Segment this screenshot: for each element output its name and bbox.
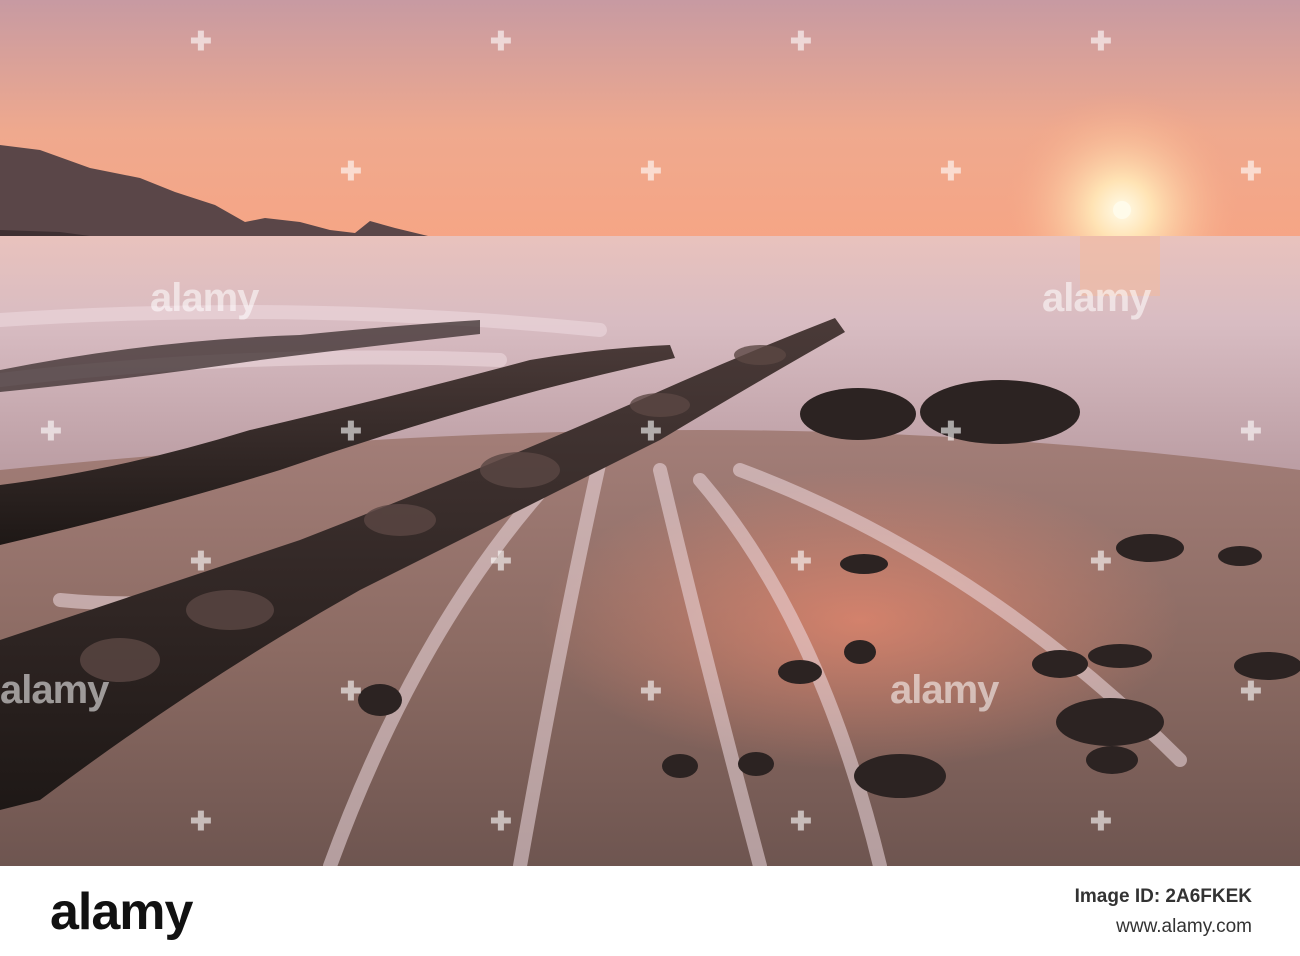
image-meta: Image ID: 2A6FKEK www.alamy.com <box>1075 886 1252 938</box>
watermark-cross-icon: ✚ <box>640 156 662 186</box>
watermark-cross-icon: ✚ <box>640 676 662 706</box>
watermark-cross-icon: ✚ <box>940 156 962 186</box>
watermark-cross-icon: ✚ <box>1240 156 1262 186</box>
watermark-cross-icon: ✚ <box>1090 26 1112 56</box>
watermark-cross-icon: ✚ <box>1240 676 1262 706</box>
watermark-cross-icon: ✚ <box>490 26 512 56</box>
watermark-cross-icon: ✚ <box>340 416 362 446</box>
watermark-text: alamy <box>890 668 999 712</box>
watermark-cross-icon: ✚ <box>1090 546 1112 576</box>
watermark-cross-icon: ✚ <box>490 546 512 576</box>
watermark-cross-icon: ✚ <box>1090 806 1112 836</box>
watermark-cross-icon: ✚ <box>340 156 362 186</box>
watermark-cross-icon: ✚ <box>340 676 362 706</box>
watermark-cross-icon: ✚ <box>190 806 212 836</box>
watermark-cross-icon: ✚ <box>940 416 962 446</box>
watermark-cross-icon: ✚ <box>790 26 812 56</box>
image-id: Image ID: 2A6FKEK <box>1074 886 1252 907</box>
watermark-cross-icon: ✚ <box>640 416 662 446</box>
site-url: www.alamy.com <box>1116 916 1252 937</box>
watermark-cross-icon: ✚ <box>490 806 512 836</box>
watermark-cross-icon: ✚ <box>190 546 212 576</box>
watermark-cross-icon: ✚ <box>1240 416 1262 446</box>
watermark-cross-icon: ✚ <box>790 806 812 836</box>
watermark-cross-icon: ✚ <box>40 416 62 446</box>
watermark-text: alamy <box>0 668 109 712</box>
watermark-cross-icon: ✚ <box>190 26 212 56</box>
sun <box>1113 201 1131 219</box>
footer-bar: alamy Image ID: 2A6FKEK www.alamy.com <box>0 866 1300 956</box>
watermark-text: alamy <box>1042 276 1151 320</box>
watermark-text: alamy <box>150 276 259 320</box>
watermark-cross-icon: ✚ <box>790 546 812 576</box>
alamy-logo: alamy <box>50 883 193 941</box>
